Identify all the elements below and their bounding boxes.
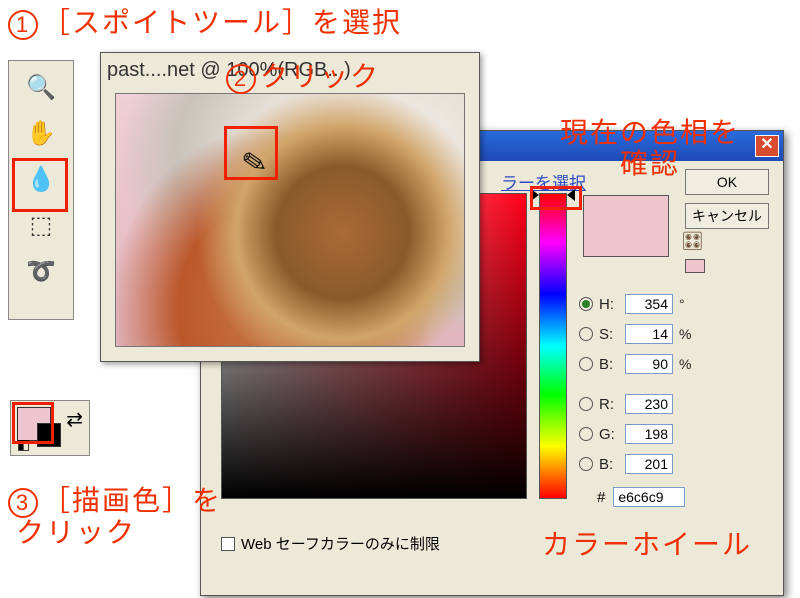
input-s[interactable] [625,324,673,344]
row-g: G: [579,419,769,449]
document-window: past....net @ 100%(RGB...) [100,52,480,362]
label-b: B: [599,456,619,473]
lasso-icon: ➰ [26,257,56,286]
web-safe-row: Web セーフカラーのみに制限 [221,533,440,554]
color-swatch-panel: ⇄ ◧ [10,400,90,456]
annotation-step1: 1［スポイトツール］を選択 [8,8,402,40]
input-r[interactable] [625,394,673,414]
hex-row: # [597,487,685,507]
eyedropper-icon: 💧 [26,165,56,194]
label-bv: B: [599,356,619,373]
row-h: H: ° [579,289,769,319]
annotation-confirm-a: 現在の色相を [560,117,740,148]
unit-s: % [679,326,691,342]
web-safe-label: Web セーフカラーのみに制限 [241,533,440,554]
annotation-step3b-text: クリック [16,517,136,548]
zoom-tool[interactable]: 🔍 [22,67,60,107]
photo-content [116,94,464,346]
radio-g[interactable] [579,427,593,441]
annotation-color-wheel: カラーホイール [542,530,752,561]
color-preview [583,195,669,257]
color-mode-icon[interactable]: 🎛 [681,231,704,252]
hue-slider[interactable] [533,189,573,201]
row-s: S: % [579,319,769,349]
document-canvas[interactable] [115,93,465,347]
annotation-step2-text: クリック [260,61,380,92]
row-bv: B: % [579,349,769,379]
input-h[interactable] [625,294,673,314]
annotation-step3: 3［描画色］を クリック [8,486,222,549]
marquee-icon: ⬚ [30,211,53,240]
input-b[interactable] [625,454,673,474]
step-badge-2: 2 [226,64,256,94]
annotation-step2: 2クリック [226,62,380,94]
hand-tool[interactable]: ✋ [22,113,60,153]
hue-slider-left-icon [531,189,539,201]
step-badge-3: 3 [8,488,38,518]
hex-label: # [597,489,605,506]
annotation-color-wheel-text: カラーホイール [542,529,752,560]
cancel-button[interactable]: キャンセル [685,203,769,229]
annotation-step1-text: ［スポイトツール］を選択 [42,7,402,38]
input-hex[interactable] [613,487,685,507]
numeric-inputs: H: ° S: % B: % R: G: B: [579,289,769,479]
marquee-tool[interactable]: ⬚ [22,205,60,245]
input-g[interactable] [625,424,673,444]
radio-r[interactable] [579,397,593,411]
step-badge-1: 1 [8,10,38,40]
dialog-close-button[interactable]: ✕ [755,135,779,157]
annotation-confirm-hue: 現在の色相を 確認 [560,118,740,180]
eyedropper-tool[interactable]: 💧 [22,159,60,199]
unit-h: ° [679,296,685,312]
radio-s[interactable] [579,327,593,341]
lasso-tool[interactable]: ➰ [22,251,60,291]
hue-slider-right-icon [567,189,575,201]
row-b: B: [579,449,769,479]
radio-h[interactable] [579,297,593,311]
unit-bv: % [679,356,691,372]
label-g: G: [599,426,619,443]
annotation-confirm-b: 確認 [620,148,680,179]
input-bv[interactable] [625,354,673,374]
web-safe-swatch[interactable] [685,259,705,273]
radio-b[interactable] [579,457,593,471]
label-h: H: [599,296,619,313]
row-r: R: [579,389,769,419]
swap-colors-icon[interactable]: ⇄ [66,407,83,432]
toolbox-panel: 🔍 ✋ 💧 ⬚ ➰ [8,60,74,320]
radio-bv[interactable] [579,357,593,371]
magnifier-icon: 🔍 [26,73,56,102]
hand-icon: ✋ [26,119,56,148]
background-color-swatch[interactable] [37,423,61,447]
web-safe-checkbox[interactable] [221,537,235,551]
hue-bar[interactable] [539,193,567,499]
label-r: R: [599,396,619,413]
label-s: S: [599,326,619,343]
annotation-step3a-text: ［描画色］を [42,485,222,516]
default-colors-icon[interactable]: ◧ [17,436,30,453]
